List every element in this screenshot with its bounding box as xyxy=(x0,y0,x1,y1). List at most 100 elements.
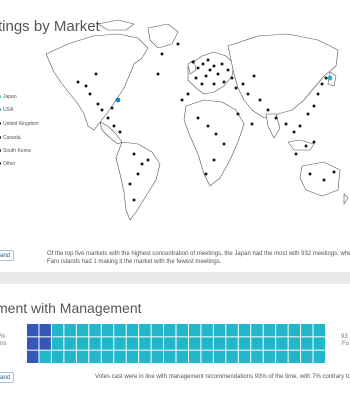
market-marker[interactable] xyxy=(106,116,110,120)
with-management-cell xyxy=(213,337,226,350)
alignment-panel-title: ment with Management xyxy=(0,300,142,316)
market-marker[interactable] xyxy=(274,116,278,120)
market-marker[interactable] xyxy=(84,84,88,88)
market-marker[interactable] xyxy=(96,102,100,106)
market-marker[interactable] xyxy=(230,76,234,80)
legend-marker xyxy=(0,108,1,111)
with-management-cell xyxy=(126,350,139,363)
market-marker[interactable] xyxy=(316,92,320,96)
market-marker[interactable] xyxy=(110,106,114,110)
market-marker[interactable] xyxy=(284,122,288,126)
market-marker[interactable] xyxy=(312,140,316,144)
market-marker[interactable] xyxy=(246,92,250,96)
market-marker[interactable] xyxy=(324,76,328,80)
market-marker[interactable] xyxy=(214,132,218,136)
with-management-cell xyxy=(313,350,325,363)
market-marker[interactable] xyxy=(132,198,136,202)
market-marker[interactable] xyxy=(146,158,150,162)
market-marker[interactable] xyxy=(320,82,324,86)
market-marker[interactable] xyxy=(201,62,205,66)
market-marker[interactable] xyxy=(312,104,316,108)
market-marker[interactable] xyxy=(208,68,212,72)
with-management-cell xyxy=(76,324,89,337)
market-marker[interactable] xyxy=(294,152,298,156)
market-marker[interactable] xyxy=(212,158,216,162)
arctic-islands-landmass xyxy=(97,19,135,31)
with-management-cell xyxy=(89,350,101,363)
market-marker[interactable] xyxy=(304,144,308,148)
market-marker[interactable] xyxy=(322,178,326,182)
market-marker[interactable] xyxy=(100,108,104,112)
market-marker[interactable] xyxy=(212,64,216,68)
against-management-cell xyxy=(39,337,51,350)
market-marker[interactable] xyxy=(176,42,180,46)
legend-marker xyxy=(0,136,1,139)
market-marker[interactable] xyxy=(204,74,208,78)
legend-marker xyxy=(0,149,1,152)
with-management-cell xyxy=(313,324,325,337)
market-marker[interactable] xyxy=(250,122,254,126)
market-marker[interactable] xyxy=(160,52,164,56)
market-marker[interactable] xyxy=(258,98,262,102)
expand-button[interactable]: and xyxy=(0,250,14,261)
market-marker[interactable] xyxy=(200,82,204,86)
left-percent-label: ns xyxy=(0,341,7,347)
with-management-cell xyxy=(139,337,151,350)
market-marker[interactable] xyxy=(156,72,160,76)
market-marker[interactable] xyxy=(241,82,245,86)
market-marker[interactable] xyxy=(234,86,238,90)
market-marker[interactable] xyxy=(266,108,270,112)
with-management-cell xyxy=(151,350,164,363)
market-marker[interactable] xyxy=(252,74,256,78)
market-marker[interactable] xyxy=(132,152,136,156)
market-marker[interactable] xyxy=(298,124,302,128)
market-marker[interactable] xyxy=(226,68,230,72)
central-america-landmass xyxy=(99,121,123,145)
market-marker[interactable] xyxy=(88,92,92,96)
market-marker[interactable] xyxy=(196,116,200,120)
with-management-cell xyxy=(201,324,213,337)
market-marker[interactable] xyxy=(136,172,140,176)
market-marker[interactable] xyxy=(222,80,226,84)
market-marker[interactable] xyxy=(216,72,220,76)
market-marker[interactable] xyxy=(194,76,198,80)
market-marker[interactable] xyxy=(236,112,240,116)
with-management-cell xyxy=(114,350,126,363)
market-marker[interactable] xyxy=(140,162,144,166)
usa-marker[interactable] xyxy=(115,97,121,103)
market-marker[interactable] xyxy=(186,92,190,96)
market-marker[interactable] xyxy=(212,82,216,86)
with-management-cell xyxy=(101,324,114,337)
market-marker[interactable] xyxy=(206,58,210,62)
market-marker[interactable] xyxy=(196,66,200,70)
with-management-cell xyxy=(176,350,188,363)
market-marker[interactable] xyxy=(118,130,122,134)
with-management-cell xyxy=(301,337,313,350)
market-marker[interactable] xyxy=(306,112,310,116)
right-percent: 93 xyxy=(341,334,348,340)
market-marker[interactable] xyxy=(94,72,98,76)
south-america-landmass xyxy=(115,141,161,221)
new-zealand-landmass xyxy=(343,193,349,205)
market-marker[interactable] xyxy=(206,124,210,128)
expand-button[interactable]: and xyxy=(0,372,14,383)
market-marker[interactable] xyxy=(292,130,296,134)
with-management-cell xyxy=(263,337,276,350)
market-marker[interactable] xyxy=(222,142,226,146)
with-management-cell xyxy=(51,350,64,363)
market-marker[interactable] xyxy=(76,80,80,84)
with-management-cell xyxy=(176,337,188,350)
market-marker[interactable] xyxy=(308,172,312,176)
market-marker[interactable] xyxy=(191,60,195,64)
legend-label: USA xyxy=(3,107,14,113)
market-marker[interactable] xyxy=(112,124,116,128)
with-management-cell xyxy=(213,350,226,363)
india-landmass xyxy=(265,113,281,139)
market-marker[interactable] xyxy=(128,182,132,186)
market-marker[interactable] xyxy=(220,62,224,66)
market-marker[interactable] xyxy=(332,170,336,174)
japan-marker[interactable] xyxy=(327,75,333,81)
market-marker[interactable] xyxy=(180,98,184,102)
market-marker[interactable] xyxy=(204,172,208,176)
legend-label: South Korea xyxy=(3,148,31,154)
